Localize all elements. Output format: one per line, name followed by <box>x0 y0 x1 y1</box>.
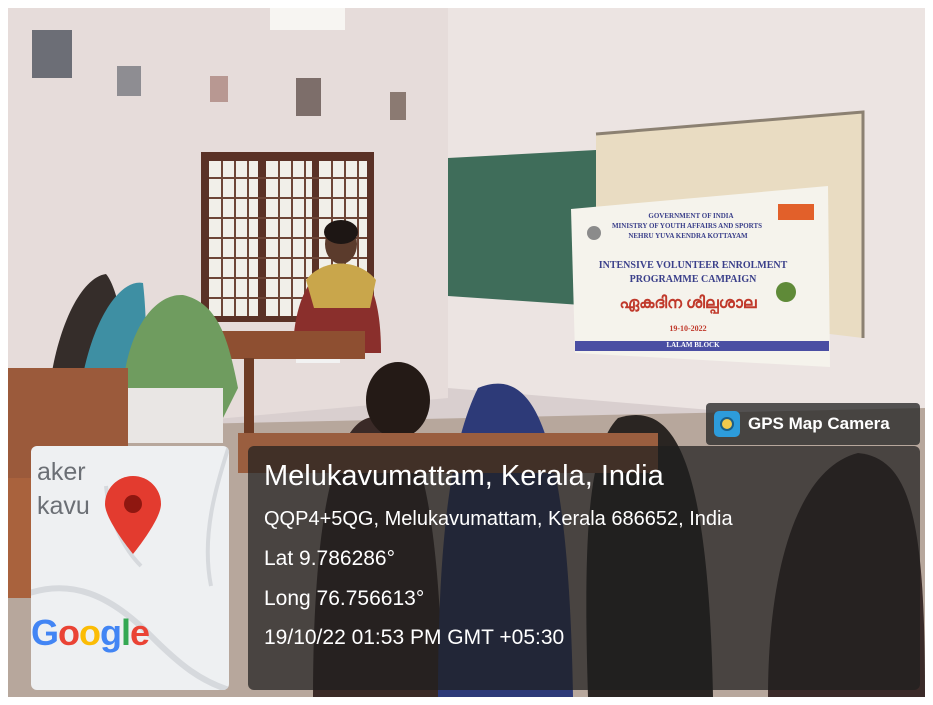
emblem-icon <box>776 282 796 302</box>
map-thumbnail: aker kavu Google <box>31 446 229 690</box>
portrait-frame <box>210 76 228 102</box>
brand-label: GPS Map Camera <box>748 414 890 433</box>
banner-line-campaign-2: PROGRAMME CAMPAIGN <box>629 274 757 285</box>
portrait-frame <box>32 30 72 78</box>
nyk-logo <box>778 204 814 220</box>
map-pin-icon <box>105 476 161 554</box>
location-address: QQP4+5QG, Melukavumattam, Kerala 686652,… <box>264 508 733 530</box>
banner-line-campaign-1: INTENSIVE VOLUNTEER ENROLMENT <box>598 260 788 271</box>
map-place-label-1: aker <box>37 458 86 486</box>
camera-icon <box>714 411 740 437</box>
google-logo: Google <box>31 612 150 653</box>
banner-line-malayalam: ഏകദിന ശില്പശാല <box>619 295 757 312</box>
map-place-label-2: kavu <box>37 492 90 520</box>
latitude-text: Lat 9.786286° <box>264 547 396 570</box>
location-title: Melukavumattam, Kerala, India <box>264 460 664 492</box>
banner-line-ministry: MINISTRY OF YOUTH AFFAIRS AND SPORTS <box>611 222 763 230</box>
banner-line-block: LALAM BLOCK <box>666 341 720 349</box>
gps-map-camera-badge: GPS Map Camera <box>706 403 920 445</box>
longitude-text: Long 76.756613° <box>264 587 425 610</box>
banner-line-govt: GOVERNMENT OF INDIA <box>648 212 734 220</box>
portrait-frame <box>117 66 141 96</box>
banner-line-date: 19-10-2022 <box>669 324 707 333</box>
banner-line-nyk: NEHRU YUVA KENDRA KOTTAYAM <box>628 232 748 240</box>
portrait-frame <box>390 92 406 120</box>
timestamp-text: 19/10/22 01:53 PM GMT +05:30 <box>264 626 565 649</box>
desk <box>215 331 365 359</box>
portrait-frame <box>296 78 321 116</box>
location-info-panel: Melukavumattam, Kerala, India QQP4+5QG, … <box>248 446 920 690</box>
